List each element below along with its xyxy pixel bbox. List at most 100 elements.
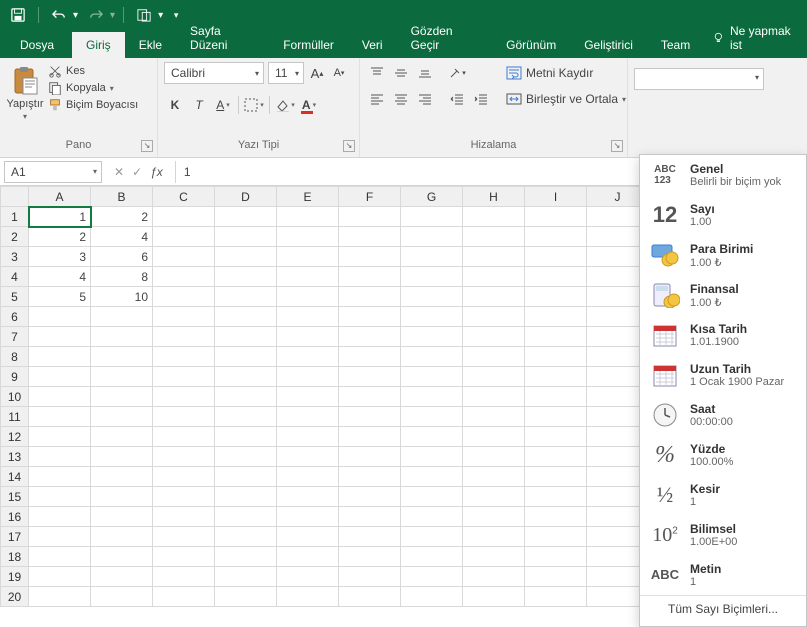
cell-C3[interactable] (153, 247, 215, 267)
cell-H6[interactable] (463, 307, 525, 327)
cell-I18[interactable] (525, 547, 587, 567)
cell-D14[interactable] (215, 467, 277, 487)
cell-D10[interactable] (215, 387, 277, 407)
row-header-1[interactable]: 1 (1, 207, 29, 227)
cell-H3[interactable] (463, 247, 525, 267)
cell-A12[interactable] (29, 427, 91, 447)
row-header-5[interactable]: 5 (1, 287, 29, 307)
cell-F1[interactable] (339, 207, 401, 227)
cell-I17[interactable] (525, 527, 587, 547)
row-header-11[interactable]: 11 (1, 407, 29, 427)
cell-A16[interactable] (29, 507, 91, 527)
cell-A17[interactable] (29, 527, 91, 547)
cell-D5[interactable] (215, 287, 277, 307)
cell-F13[interactable] (339, 447, 401, 467)
cell-G16[interactable] (401, 507, 463, 527)
increase-indent-button[interactable] (470, 88, 492, 110)
cell-A7[interactable] (29, 327, 91, 347)
cell-G12[interactable] (401, 427, 463, 447)
cell-E2[interactable] (277, 227, 339, 247)
cell-E7[interactable] (277, 327, 339, 347)
cut-button[interactable]: Kes (48, 64, 138, 78)
cell-B14[interactable] (91, 467, 153, 487)
row-header-4[interactable]: 4 (1, 267, 29, 287)
align-top-button[interactable] (366, 62, 388, 84)
row-header-7[interactable]: 7 (1, 327, 29, 347)
cell-G4[interactable] (401, 267, 463, 287)
cell-E17[interactable] (277, 527, 339, 547)
merge-center-button[interactable]: Birleştir ve Ortala ▾ (502, 88, 630, 110)
column-header-B[interactable]: B (91, 187, 153, 207)
column-header-A[interactable]: A (29, 187, 91, 207)
cell-I10[interactable] (525, 387, 587, 407)
fill-color-button[interactable]: ▾ (274, 94, 296, 116)
cell-B17[interactable] (91, 527, 153, 547)
cell-G14[interactable] (401, 467, 463, 487)
row-header-16[interactable]: 16 (1, 507, 29, 527)
cell-H15[interactable] (463, 487, 525, 507)
cell-I2[interactable] (525, 227, 587, 247)
cell-G7[interactable] (401, 327, 463, 347)
cell-E19[interactable] (277, 567, 339, 587)
tab-team[interactable]: Team (647, 32, 704, 58)
row-header-2[interactable]: 2 (1, 227, 29, 247)
cell-D15[interactable] (215, 487, 277, 507)
cell-F20[interactable] (339, 587, 401, 607)
number-format-option-accounting[interactable]: Finansal1.00 ₺ (640, 275, 806, 315)
cell-B6[interactable] (91, 307, 153, 327)
cell-A19[interactable] (29, 567, 91, 587)
bold-button[interactable]: K (164, 94, 186, 116)
clipboard-launcher[interactable]: ↘ (141, 140, 153, 152)
cell-D7[interactable] (215, 327, 277, 347)
number-format-option-time[interactable]: Saat00:00:00 (640, 395, 806, 435)
cell-E13[interactable] (277, 447, 339, 467)
cell-B13[interactable] (91, 447, 153, 467)
row-header-20[interactable]: 20 (1, 587, 29, 607)
cell-G9[interactable] (401, 367, 463, 387)
row-header-19[interactable]: 19 (1, 567, 29, 587)
paste-button[interactable]: Yapıştır ▾ (6, 62, 44, 121)
row-header-13[interactable]: 13 (1, 447, 29, 467)
cell-F7[interactable] (339, 327, 401, 347)
cell-B12[interactable] (91, 427, 153, 447)
cell-B11[interactable] (91, 407, 153, 427)
underline-button[interactable]: A▾ (212, 94, 234, 116)
cell-G15[interactable] (401, 487, 463, 507)
alignment-launcher[interactable]: ↘ (611, 140, 623, 152)
cell-A11[interactable] (29, 407, 91, 427)
number-format-option-longdate[interactable]: Uzun Tarih1 Ocak 1900 Pazar (640, 355, 806, 395)
cell-H14[interactable] (463, 467, 525, 487)
cell-A20[interactable] (29, 587, 91, 607)
align-center-button[interactable] (390, 88, 412, 110)
cell-E10[interactable] (277, 387, 339, 407)
cell-F2[interactable] (339, 227, 401, 247)
format-painter-button[interactable]: Biçim Boyacısı (48, 98, 138, 112)
cell-B9[interactable] (91, 367, 153, 387)
cell-H5[interactable] (463, 287, 525, 307)
cell-D11[interactable] (215, 407, 277, 427)
cell-E1[interactable] (277, 207, 339, 227)
cell-I6[interactable] (525, 307, 587, 327)
row-header-9[interactable]: 9 (1, 367, 29, 387)
cell-E12[interactable] (277, 427, 339, 447)
cell-C7[interactable] (153, 327, 215, 347)
cell-C14[interactable] (153, 467, 215, 487)
tab-layout[interactable]: Sayfa Düzeni (176, 18, 269, 58)
cell-I9[interactable] (525, 367, 587, 387)
number-format-option-scientific[interactable]: 102Bilimsel1.00E+00 (640, 515, 806, 555)
cell-F4[interactable] (339, 267, 401, 287)
cell-A5[interactable]: 5 (29, 287, 91, 307)
cell-C15[interactable] (153, 487, 215, 507)
cell-I20[interactable] (525, 587, 587, 607)
cell-D18[interactable] (215, 547, 277, 567)
tab-file[interactable]: Dosya (2, 32, 72, 58)
cell-A1[interactable]: 1 (29, 207, 91, 227)
more-number-formats[interactable]: Tüm Sayı Biçimleri... (640, 595, 806, 622)
cell-A8[interactable] (29, 347, 91, 367)
cell-A4[interactable]: 4 (29, 267, 91, 287)
cell-C8[interactable] (153, 347, 215, 367)
align-left-button[interactable] (366, 88, 388, 110)
cell-I13[interactable] (525, 447, 587, 467)
number-format-option-currency[interactable]: Para Birimi1.00 ₺ (640, 235, 806, 275)
font-size-select[interactable]: 11▾ (268, 62, 304, 84)
